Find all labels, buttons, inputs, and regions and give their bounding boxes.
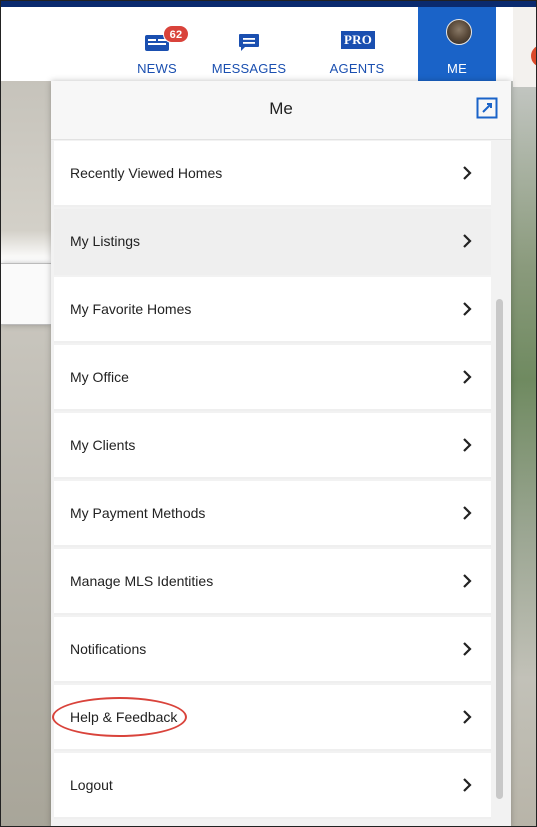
nav-messages[interactable]: MESSAGES	[211, 21, 287, 81]
menu-item-notifications[interactable]: Notifications	[54, 617, 491, 683]
chevron-right-icon	[463, 438, 472, 452]
chevron-right-icon	[463, 302, 472, 316]
pro-logo-icon: PRO	[341, 31, 375, 49]
chevron-right-icon	[463, 574, 472, 588]
background-panel	[1, 263, 51, 325]
news-count-badge: 62	[163, 25, 189, 43]
nav-news-label: NEWS	[137, 61, 177, 76]
chevron-right-icon	[463, 166, 472, 180]
app-screen: 62 NEWS MESSAGES PRO AGENTS ME Me Recent…	[0, 0, 537, 827]
nav-messages-label: MESSAGES	[211, 61, 287, 76]
menu-item-label: Notifications	[70, 641, 147, 657]
panel-title: Me	[269, 99, 293, 118]
partial-orange-icon	[531, 45, 536, 67]
background-photo-left	[1, 81, 51, 826]
menu-item-label: My Favorite Homes	[70, 301, 192, 317]
chevron-right-icon	[463, 778, 472, 792]
nav-agents-label: AGENTS	[329, 61, 385, 76]
menu-item-label: Recently Viewed Homes	[70, 165, 223, 181]
me-dropdown-panel: Me Recently Viewed Homes My Listings My …	[51, 81, 511, 826]
menu-item-recently-viewed-homes[interactable]: Recently Viewed Homes	[54, 141, 491, 207]
nav-me-label: ME	[447, 61, 467, 76]
menu-item-label: Logout	[70, 777, 113, 793]
edge-partial-element	[513, 7, 536, 87]
menu-item-label: My Payment Methods	[70, 505, 206, 521]
menu-item-my-office[interactable]: My Office	[54, 345, 491, 411]
background-photo-right	[511, 81, 536, 826]
notifications-highlight-annotation	[52, 697, 187, 737]
menu-item-label: My Clients	[70, 437, 136, 453]
menu-item-my-payment-methods[interactable]: My Payment Methods	[54, 481, 491, 547]
menu-item-label: My Listings	[70, 233, 141, 249]
nav-news[interactable]: 62 NEWS	[119, 21, 195, 81]
nav-me[interactable]: ME	[418, 7, 496, 81]
menu-item-my-clients[interactable]: My Clients	[54, 413, 491, 479]
menu-item-label: Manage MLS Identities	[70, 573, 214, 589]
menu-item-my-favorite-homes[interactable]: My Favorite Homes	[54, 277, 491, 343]
panel-header: Me	[51, 81, 511, 140]
chevron-right-icon	[463, 234, 472, 248]
chevron-right-icon	[463, 506, 472, 520]
chevron-right-icon	[463, 642, 472, 656]
nav-agents[interactable]: PRO AGENTS	[319, 21, 395, 81]
chevron-right-icon	[463, 370, 472, 384]
menu-item-my-listings[interactable]: My Listings	[54, 209, 491, 275]
menu-list: Recently Viewed Homes My Listings My Fav…	[52, 141, 491, 826]
menu-item-label: My Office	[70, 369, 129, 385]
menu-item-logout[interactable]: Logout	[54, 753, 491, 819]
scrollbar[interactable]	[496, 299, 503, 799]
top-navigation-bar: 62 NEWS MESSAGES PRO AGENTS ME	[1, 1, 536, 81]
external-edit-icon[interactable]	[476, 97, 498, 119]
avatar	[446, 19, 472, 45]
message-icon	[239, 34, 259, 51]
menu-item-manage-mls-identities[interactable]: Manage MLS Identities	[54, 549, 491, 615]
chevron-right-icon	[463, 710, 472, 724]
